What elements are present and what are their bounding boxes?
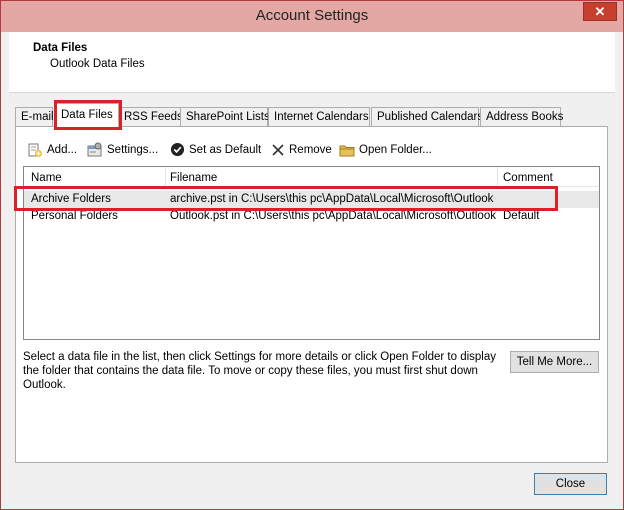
header-panel: Data Files Outlook Data Files [9,32,615,93]
header-title: Data Files [33,42,88,54]
header-subtitle: Outlook Data Files [50,58,145,70]
row-name: Archive Folders [31,193,111,205]
window-close-button[interactable]: ✕ [583,2,617,21]
open-folder-button[interactable]: Open Folder... [339,141,432,158]
remove-button[interactable]: Remove [271,141,332,158]
row-name: Personal Folders [31,210,118,222]
remove-label: Remove [289,143,332,156]
column-divider[interactable] [497,167,498,187]
table-row-personal-folders[interactable]: Personal Folders Outlook.pst in C:\Users… [24,208,599,225]
tab-sharepoint-lists[interactable]: SharePoint Lists [180,107,270,127]
tab-email[interactable]: E-mail [15,107,54,127]
row-filename: archive.pst in C:\Users\this pc\AppData\… [170,193,494,205]
tab-internet-calendars[interactable]: Internet Calendars [268,107,370,127]
add-button[interactable]: Add... [27,141,77,158]
checkmark-circle-icon [170,142,185,157]
folder-icon [339,145,355,156]
account-settings-window: Account Settings ✕ Data Files Outlook Da… [0,0,624,510]
settings-button[interactable]: Settings... [87,141,158,158]
row-comment: Default [503,210,540,222]
open-folder-label: Open Folder... [359,143,432,156]
title-bar[interactable]: Account Settings ✕ [1,1,623,32]
row-filename: Outlook.pst in C:\Users\this pc\AppData\… [170,210,496,222]
info-text: Select a data file in the list, then cli… [23,351,496,391]
tab-address-books[interactable]: Address Books [480,107,563,127]
column-divider[interactable] [165,167,166,187]
add-file-icon [28,143,42,157]
tab-published-calendars[interactable]: Published Calendars [371,107,483,127]
column-header-comment[interactable]: Comment [503,172,553,184]
set-default-label: Set as Default [189,143,262,156]
set-default-button[interactable]: Set as Default [170,141,261,158]
list-header: Name Filename Comment [24,167,599,187]
window-title: Account Settings [255,7,369,24]
settings-label: Settings... [107,143,159,156]
add-label: Add... [47,143,78,156]
close-button[interactable]: Close [534,473,607,495]
table-row-archive-folders[interactable]: Archive Folders archive.pst in C:\Users\… [24,191,599,208]
tell-me-more-button[interactable]: Tell Me More... [510,351,599,373]
tab-data-files[interactable]: Data Files [55,103,119,128]
remove-x-icon [272,143,284,156]
tab-rss-feeds[interactable]: RSS Feeds [118,107,183,127]
column-header-filename[interactable]: Filename [170,172,217,184]
column-header-name[interactable]: Name [31,172,62,184]
data-files-list[interactable]: Name Filename Comment Archive Folders ar… [23,166,600,340]
settings-icon [87,142,102,156]
